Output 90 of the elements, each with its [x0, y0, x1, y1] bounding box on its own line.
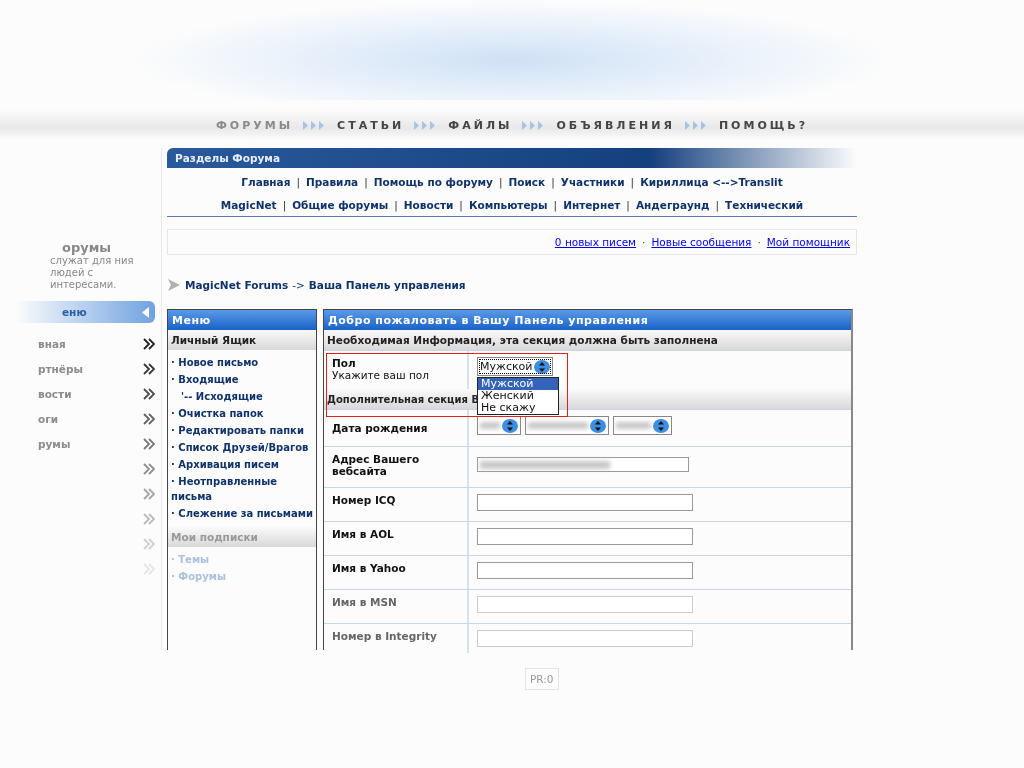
separator: · [642, 236, 646, 248]
menu-link[interactable]: · Архивация писем [171, 457, 314, 472]
field-label: Дата рождения [332, 422, 428, 434]
double-chevron-icon [143, 362, 155, 375]
gender-select[interactable]: Мужской [477, 357, 554, 376]
separator: | [551, 176, 555, 188]
page-badge: PR:0 [525, 668, 559, 690]
spinner-icon [502, 418, 518, 433]
nav-link[interactable]: Андеграунд [635, 199, 710, 211]
double-chevron-icon [143, 387, 155, 400]
menu-link[interactable]: · Новое письмо [171, 355, 314, 370]
separator: | [459, 199, 463, 211]
field-hint: Укажите ваш пол [332, 369, 430, 381]
field-label: Номер в Integrity [332, 630, 437, 642]
section-title: орумы [61, 240, 113, 255]
text-field[interactable] [477, 630, 693, 647]
nav-link[interactable]: Технический [725, 199, 804, 211]
breadcrumb-separator: -> [292, 279, 305, 291]
nav-link[interactable]: Помощь по форуму [373, 176, 493, 188]
separator: | [364, 176, 368, 188]
month-select[interactable] [525, 416, 609, 435]
nav-link[interactable]: MagicNet [220, 199, 277, 211]
nav-link[interactable]: Компьютеры [468, 199, 548, 211]
menu-link[interactable]: · Редактировать папки [171, 423, 314, 438]
spinner-icon [534, 359, 551, 374]
double-chevron-icon [143, 462, 155, 475]
nav-tab[interactable]: ФАЙЛЫ [448, 118, 513, 132]
field-label: Имя в Yahoo [332, 562, 406, 574]
nav-link[interactable]: Главная [241, 176, 291, 188]
separator: | [282, 199, 287, 211]
separator: | [498, 176, 503, 188]
menu-link[interactable]: · Список Друзей/Врагов [171, 440, 314, 455]
text-field[interactable] [477, 494, 693, 511]
nav-link[interactable]: Общие форумы [292, 199, 389, 211]
menu-section-header: Мои подписки [168, 527, 316, 547]
field-label: Имя в AOL [332, 528, 394, 540]
year-select[interactable] [613, 416, 672, 435]
menu-title: Меню [168, 310, 316, 330]
breadcrumb-link[interactable]: Ваша Панель управления [308, 279, 466, 291]
menu-link[interactable]: · Входящие [171, 372, 314, 387]
nav-link[interactable]: Правила [306, 176, 359, 188]
nav-link[interactable]: Кириллица <-->Translit [640, 176, 783, 188]
collapse-arrow-icon [142, 306, 149, 318]
spinner-icon [590, 418, 606, 433]
double-chevron-icon [143, 412, 155, 425]
description-text: служат для ния людей с интересами. [49, 255, 135, 291]
separator: | [630, 176, 635, 188]
dropdown-option[interactable]: Мужской [478, 378, 558, 390]
text-field[interactable] [477, 528, 693, 545]
double-chevron-icon [143, 512, 155, 525]
nav-tab[interactable]: ПОМОЩЬ? [718, 118, 809, 132]
nav-link[interactable]: Интернет [563, 199, 621, 211]
nav-link[interactable]: Мой помощник [766, 236, 850, 248]
nav-link[interactable]: Новые сообщения [651, 236, 752, 248]
menu-link[interactable]: '-- Исходящие [171, 389, 314, 404]
section-header: Разделы Форума [167, 148, 857, 168]
menu-link[interactable]: · Очистка папок [171, 406, 314, 421]
nav-link[interactable]: Участники [560, 176, 625, 188]
double-chevron-icon [143, 437, 155, 450]
separator: | [715, 199, 720, 211]
spinner-icon [653, 418, 669, 433]
field-label: Адрес Вашего вебсайта [332, 453, 420, 477]
double-chevron-icon [143, 337, 155, 350]
separator: | [553, 199, 558, 211]
field-label: Номер ICQ [332, 494, 396, 506]
nav-tab[interactable]: СТАТЬИ [337, 118, 405, 132]
separator: · [757, 236, 761, 248]
nav-tab[interactable]: ОБЪЯВЛЕНИЯ [556, 118, 675, 132]
text-field[interactable] [477, 562, 693, 579]
breadcrumb-link[interactable]: MagicNet Forums [185, 279, 289, 291]
separator: | [296, 176, 300, 188]
section-header: Необходимая Информация, эта секция должна быть заполнена [324, 330, 851, 350]
double-chevron-icon [143, 487, 155, 500]
arrow-icon [167, 278, 181, 292]
separator: | [626, 199, 630, 211]
text-field[interactable] [477, 596, 693, 613]
field-label: Имя в MSN [332, 596, 397, 608]
double-chevron-icon [143, 537, 155, 550]
menu-section-header: Личный Ящик [168, 330, 316, 350]
field-label: Пол [332, 357, 356, 369]
nav-link[interactable]: Поиск [508, 176, 546, 188]
menu-link[interactable]: · Слежение за письмами [171, 506, 314, 521]
nav-link[interactable]: 0 новых писем [554, 236, 637, 248]
triple-arrow-icon [684, 120, 709, 130]
panel-title: Добро пожаловать в Вашу Панель управления [324, 310, 851, 330]
separator: | [394, 199, 398, 211]
nav-link[interactable]: Новости [403, 199, 454, 211]
menu-link[interactable]: · Неотправленные письма [171, 474, 314, 504]
website-field[interactable] [477, 457, 689, 472]
dropdown-option[interactable]: Женский [478, 390, 558, 402]
